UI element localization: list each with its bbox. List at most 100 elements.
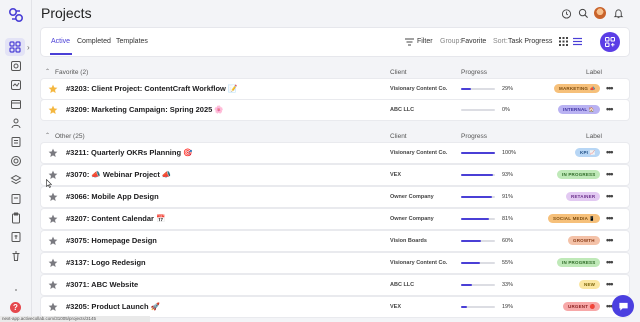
sidebar-expand-chevron-icon[interactable]: › [27, 43, 30, 52]
chat-icon [618, 302, 628, 311]
star-filled-icon[interactable] [48, 84, 58, 94]
project-title[interactable]: #3075: Homepage Design [66, 236, 157, 245]
column-progress[interactable]: Progress [461, 69, 487, 76]
sidebar-inbox-icon[interactable] [9, 59, 23, 73]
group-prefix: Group: [440, 38, 462, 45]
add-project-button[interactable] [600, 32, 620, 52]
label-badge[interactable]: RETAINER [566, 192, 601, 201]
tab-templates[interactable]: Templates [116, 38, 148, 45]
label-badge[interactable]: NEW [579, 280, 601, 289]
progress-bar [461, 306, 495, 308]
help-icon[interactable]: ? [10, 302, 21, 313]
column-label[interactable]: Label [586, 69, 602, 76]
more-options-icon[interactable]: ••• [606, 257, 614, 267]
column-client[interactable]: Client [390, 133, 407, 140]
column-label[interactable]: Label [586, 133, 602, 140]
project-row[interactable]: #3066: Mobile App Design Owner Company 91%… [41, 187, 629, 207]
sidebar: › ? [0, 0, 32, 322]
add-grid-icon [605, 37, 615, 47]
progress-percent: 60% [502, 238, 514, 244]
project-title[interactable]: #3207: Content Calendar 📅 [66, 214, 165, 223]
progress-fill [461, 88, 471, 90]
project-title[interactable]: #3071: ABC Website [66, 280, 138, 289]
project-title[interactable]: #3137: Logo Redesign [66, 258, 146, 267]
project-title[interactable]: #3203: Client Project: ContentCraft Work… [66, 84, 237, 93]
progress-bar [461, 240, 495, 242]
project-row[interactable]: #3211: Quarterly OKRs Planning 🎯 Visionar… [41, 143, 629, 163]
project-title[interactable]: #3070: 📣 Webinar Project 📣 [66, 170, 171, 179]
star-filled-icon[interactable] [48, 105, 58, 115]
sidebar-people-icon[interactable] [9, 116, 23, 130]
star-icon[interactable] [48, 148, 58, 158]
search-icon[interactable] [577, 7, 589, 19]
label-badge[interactable]: INTERNAL 🏠 [558, 105, 600, 114]
label-badge[interactable]: GROWTH [568, 236, 600, 245]
project-row[interactable]: #3207: Content Calendar 📅 Owner Company 81… [41, 209, 629, 229]
more-options-icon[interactable]: ••• [606, 191, 614, 201]
sidebar-layers-icon[interactable] [9, 173, 23, 187]
more-options-icon[interactable]: ••• [606, 213, 614, 223]
project-row[interactable]: #3071: ABC Website ABC LLC 33% NEW ••• [41, 275, 629, 295]
progress-fill [461, 240, 482, 242]
label-badge[interactable]: KPI 📈 [575, 148, 601, 157]
filter-button[interactable]: Filter [417, 38, 433, 45]
sidebar-invoice-icon[interactable] [9, 230, 23, 244]
sidebar-stopwatch-icon[interactable] [9, 192, 23, 206]
sidebar-trash-icon[interactable] [9, 249, 23, 263]
more-options-icon[interactable]: ••• [606, 169, 614, 179]
project-title[interactable]: #3211: Quarterly OKRs Planning 🎯 [66, 148, 192, 157]
project-title[interactable]: #3205: Product Launch 🚀 [66, 302, 160, 311]
project-row[interactable]: #3203: Client Project: ContentCraft Work… [41, 79, 629, 99]
label-badge[interactable]: IN PROGRESS [557, 258, 601, 267]
progress-bar [461, 88, 495, 90]
more-options-icon[interactable]: ••• [606, 104, 614, 114]
label-badge[interactable]: URGENT 🔴 [563, 302, 601, 311]
column-client[interactable]: Client [390, 69, 407, 76]
progress-bar [461, 196, 495, 198]
list-view-icon[interactable] [573, 37, 582, 46]
star-icon[interactable] [48, 214, 58, 224]
project-row[interactable]: #3070: 📣 Webinar Project 📣 VEX 93% IN PROGR… [41, 165, 629, 185]
project-row[interactable]: #3137: Logo Redesign Visionary Content Co… [41, 253, 629, 273]
more-options-icon[interactable]: ••• [606, 83, 614, 93]
section-header[interactable]: ⌃ Other (25) Client Progress Label [41, 131, 629, 143]
more-options-icon[interactable]: ••• [606, 279, 614, 289]
avatar[interactable] [594, 7, 606, 19]
bell-icon[interactable] [612, 7, 624, 19]
tab-completed[interactable]: Completed [77, 38, 111, 45]
logo-icon[interactable] [8, 7, 24, 23]
label-badge[interactable]: MARKETING 📣 [554, 84, 601, 93]
sidebar-target-icon[interactable] [9, 154, 23, 168]
star-icon[interactable] [48, 302, 58, 312]
tab-active[interactable]: Active [51, 38, 70, 45]
star-icon[interactable] [48, 258, 58, 268]
project-row[interactable]: #3209: Marketing Campaign: Spring 2025 🌸… [41, 100, 629, 120]
project-title[interactable]: #3209: Marketing Campaign: Spring 2025 🌸 [66, 105, 224, 114]
more-options-icon[interactable]: ••• [606, 235, 614, 245]
sidebar-clipboard-icon[interactable] [9, 211, 23, 225]
star-icon[interactable] [48, 192, 58, 202]
collapse-chevron-icon[interactable]: ⌃ [45, 132, 50, 139]
star-icon[interactable] [48, 236, 58, 246]
sidebar-calendar-icon[interactable] [9, 97, 23, 111]
star-icon[interactable] [48, 280, 58, 290]
column-progress[interactable]: Progress [461, 133, 487, 140]
sort-value[interactable]: Task Progress [508, 38, 552, 45]
project-row[interactable]: #3075: Homepage Design Vision Boards 60% GR… [41, 231, 629, 251]
more-options-icon[interactable]: ••• [606, 147, 614, 157]
project-row[interactable]: #3205: Product Launch 🚀 VEX 19% URGENT 🔴 ••• [41, 297, 629, 317]
sidebar-activity-icon[interactable] [9, 78, 23, 92]
label-badge[interactable]: IN PROGRESS [557, 170, 601, 179]
section-header[interactable]: ⌃ Favorite (2) Client Progress Label [41, 67, 629, 79]
sidebar-projects-icon[interactable] [5, 38, 25, 56]
project-title[interactable]: #3066: Mobile App Design [66, 192, 159, 201]
grid-view-icon[interactable] [559, 37, 568, 46]
project-client: Owner Company [390, 216, 434, 222]
timer-icon[interactable] [560, 7, 572, 19]
filter-icon[interactable] [405, 38, 414, 46]
chat-button[interactable] [612, 295, 634, 317]
label-badge[interactable]: SOCIAL MEDIA 📱 [548, 214, 601, 223]
group-value[interactable]: Favorite [461, 38, 486, 45]
collapse-chevron-icon[interactable]: ⌃ [45, 68, 50, 75]
sidebar-report-icon[interactable] [9, 135, 23, 149]
